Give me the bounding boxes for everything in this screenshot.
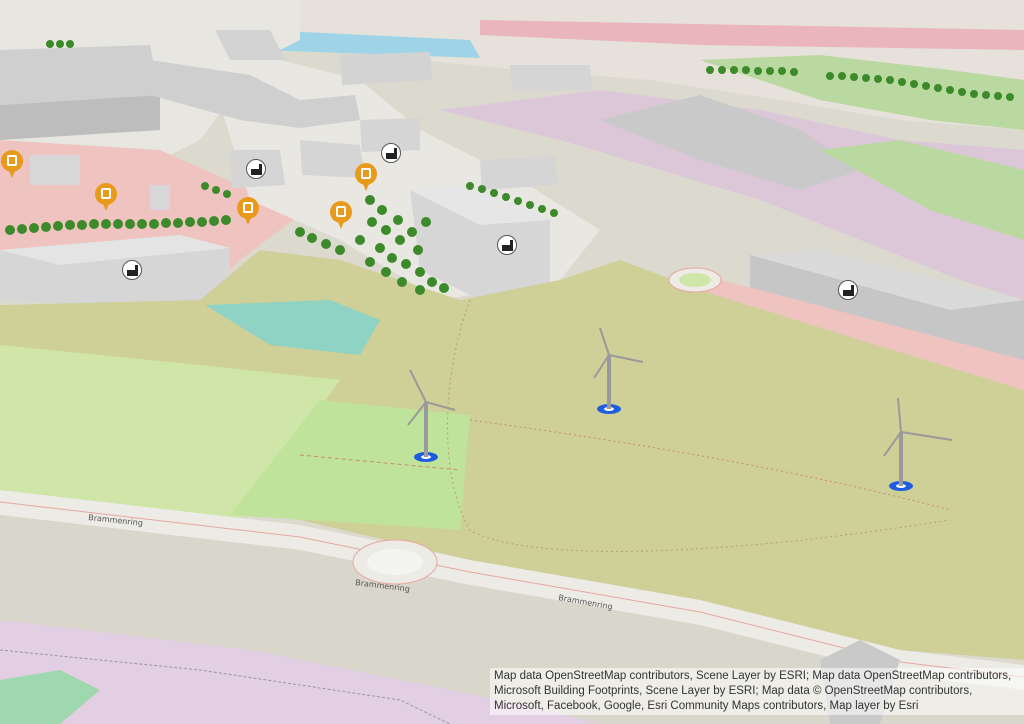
- factory-icon[interactable]: [838, 280, 858, 300]
- building: [30, 155, 80, 185]
- building: [150, 185, 170, 210]
- charging-station-icon[interactable]: [237, 197, 259, 227]
- map-attribution: Map data OpenStreetMap contributors, Sce…: [490, 668, 1024, 715]
- charging-station-icon[interactable]: [95, 183, 117, 213]
- roundabout-2-center: [679, 273, 711, 287]
- factory-icon[interactable]: [122, 260, 142, 280]
- map-scene[interactable]: Brammenring Brammenring Brammenring Map …: [0, 0, 1024, 724]
- factory-icon[interactable]: [246, 159, 266, 179]
- building: [510, 65, 592, 92]
- building: [340, 52, 432, 85]
- charging-station-icon[interactable]: [330, 201, 352, 231]
- charging-station-icon[interactable]: [355, 163, 377, 193]
- factory-icon[interactable]: [381, 143, 401, 163]
- factory-icon[interactable]: [497, 235, 517, 255]
- building: [480, 155, 558, 190]
- roundabout-center: [367, 549, 423, 575]
- map-canvas[interactable]: Brammenring Brammenring Brammenring: [0, 0, 1024, 724]
- building: [0, 45, 160, 105]
- charging-station-icon[interactable]: [1, 150, 23, 180]
